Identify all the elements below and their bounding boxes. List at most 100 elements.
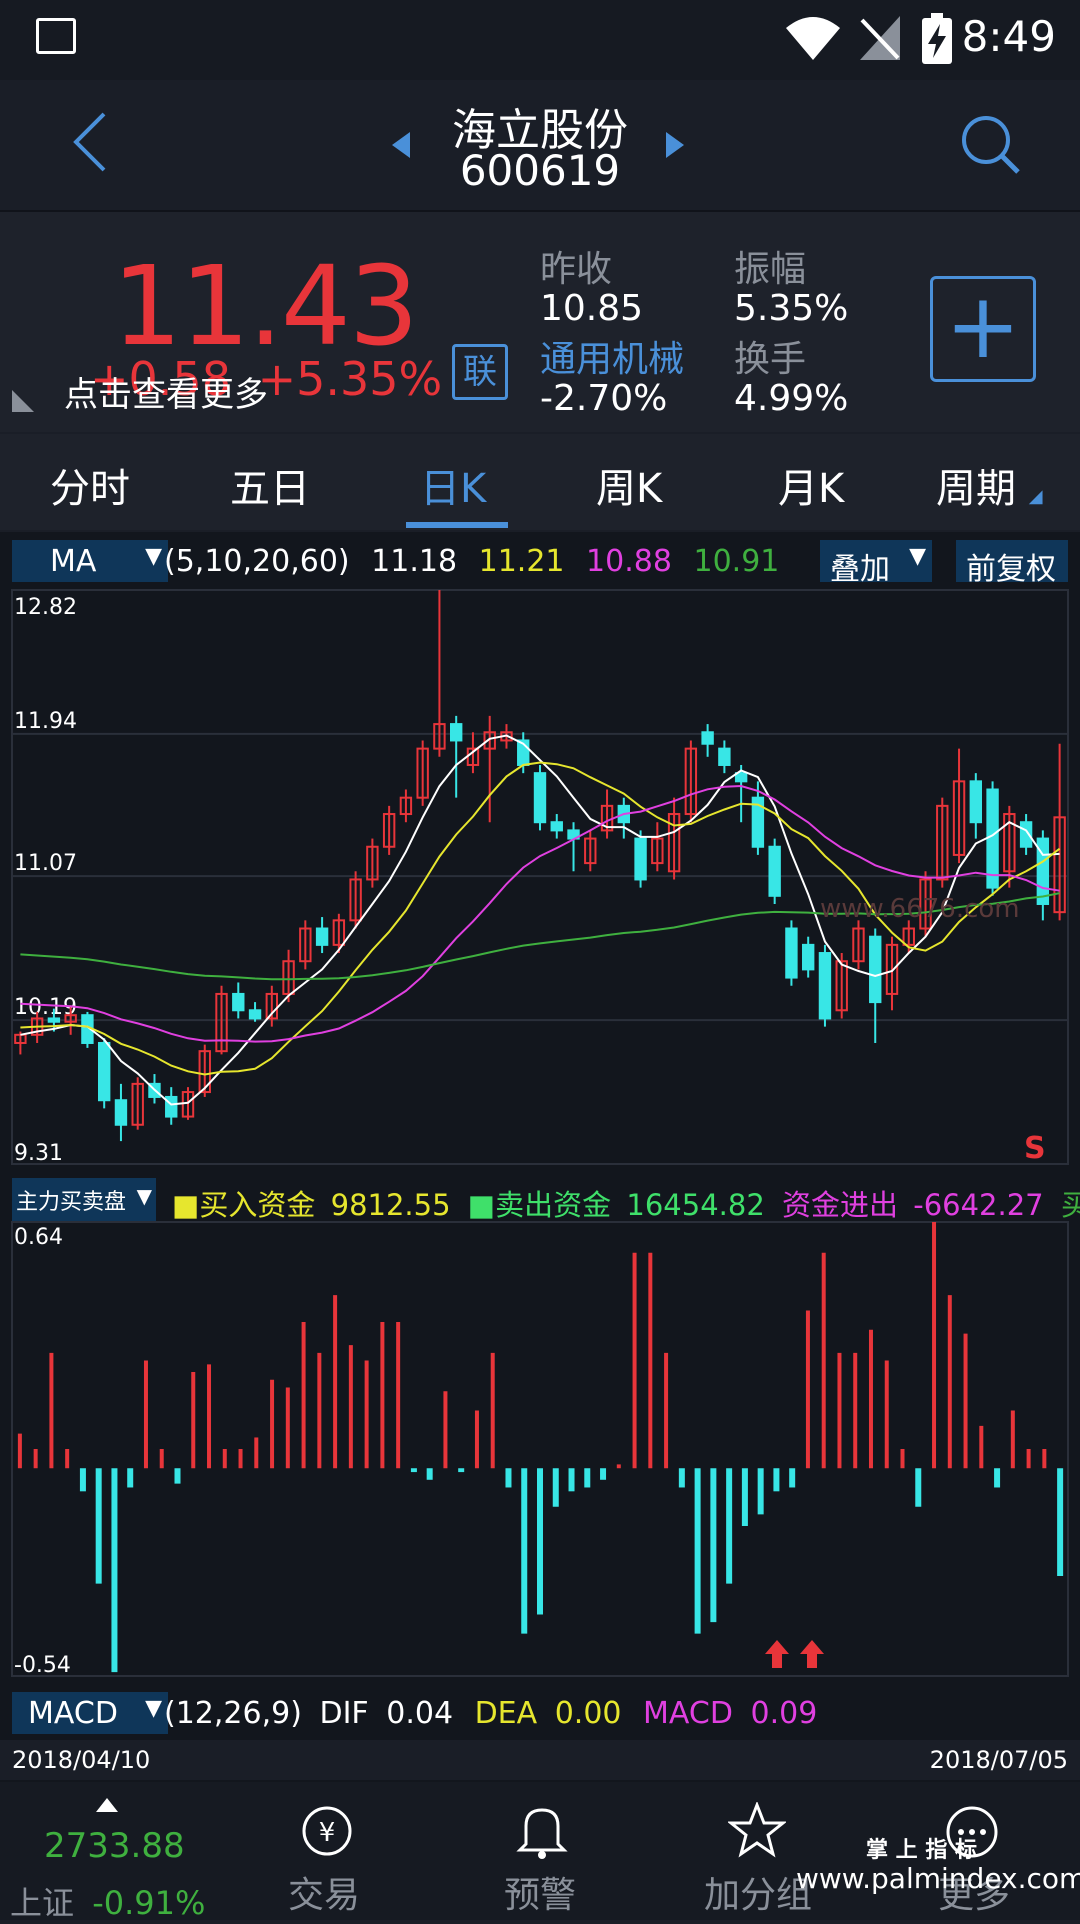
kline-chart[interactable]: 12.82 11.94 11.07 10.19 9.31 www.6676.com S — [0, 586, 1080, 1170]
candle-down — [734, 772, 748, 783]
search-icon[interactable] — [958, 112, 1022, 176]
candle-down — [768, 845, 781, 897]
link-badge[interactable]: 联 — [452, 344, 508, 400]
tab-daily-k[interactable]: 日K — [420, 456, 486, 514]
flow-bar: 主力买卖盘 ▼ ■买入资金 9812.55 ■卖出资金 16454.82 资金进… — [12, 1178, 1080, 1222]
tab-weekly-k[interactable]: 周K — [596, 456, 662, 514]
candle-down — [248, 1009, 262, 1020]
brand-watermark-url: www.palmindex.com — [796, 1862, 1080, 1895]
price-axis-label: 12.82 — [14, 595, 77, 620]
prev-close-label: 昨收 — [540, 249, 613, 290]
candle-down — [533, 772, 547, 824]
candle-down — [165, 1095, 178, 1118]
ma60-value: 10.91 — [693, 544, 780, 579]
buy-label: ■买入资金 — [172, 1188, 316, 1222]
ma20-value: 10.88 — [586, 544, 672, 579]
end-date: 2018/07/05 — [929, 1746, 1068, 1774]
nav-alert-label: 预警 — [504, 1875, 577, 1916]
candle-down — [785, 927, 798, 979]
index-line: 上证 -0.91% — [10, 1878, 205, 1924]
amplitude-value: 5.35% — [734, 288, 849, 329]
sell-value: 16454.82 — [626, 1188, 765, 1222]
net-label: 资金进出 — [782, 1188, 899, 1222]
date-axis: 2018/04/10 2018/07/05 — [0, 1740, 1080, 1780]
buy-value: 9812.55 — [330, 1188, 451, 1222]
site-watermark: www.6676.com — [820, 894, 1020, 924]
stock-header: 海立股份 600619 — [0, 80, 1080, 212]
candle-down — [449, 723, 463, 742]
index-value: 2733.88 — [44, 1826, 185, 1866]
candle-down — [114, 1099, 128, 1126]
tab-five-day[interactable]: 五日 — [230, 456, 310, 514]
ma-bar: MA ▼ (5,10,20,60) 11.18 11.21 10.88 10.9… — [12, 540, 1068, 587]
sell-label: ■卖出资金 — [467, 1188, 612, 1222]
price-axis-label: 10.19 — [14, 995, 77, 1020]
nav-trade[interactable]: ¥ 交易 — [270, 1782, 380, 1920]
candle-down — [315, 927, 329, 946]
macd-dropdown-label: MACD — [28, 1696, 118, 1731]
price-axis-label: 11.94 — [14, 709, 77, 734]
nav-alert[interactable]: 预警 — [486, 1782, 596, 1920]
nav-add-group[interactable]: 加分组 — [700, 1782, 820, 1920]
chevron-down-icon: ▼ — [909, 544, 926, 569]
status-bar: 8:49 — [0, 0, 1080, 80]
dea-value: 0.00 — [554, 1696, 622, 1731]
overlay-label: 叠加 — [830, 552, 890, 587]
tab-intraday[interactable]: 分时 — [50, 456, 130, 514]
more-hint[interactable]: 点击查看更多 — [64, 367, 268, 416]
start-date: 2018/04/10 — [12, 1746, 151, 1774]
stock-code: 600619 — [459, 146, 621, 195]
gallery-icon — [36, 18, 76, 54]
corner-triangle-icon — [12, 390, 34, 412]
adjust-button[interactable]: 前复权 — [956, 540, 1068, 587]
prev-close-value: 10.85 — [540, 288, 644, 329]
candle-down — [969, 780, 983, 824]
ma-params: (5,10,20,60) — [164, 544, 350, 579]
flow-dropdown[interactable]: 主力买卖盘 ▼ — [12, 1178, 156, 1222]
sector-name[interactable]: 通用机械 — [540, 330, 684, 382]
turnover-value: 4.99% — [734, 378, 849, 419]
index-name: 上证 — [10, 1884, 75, 1922]
ma-dropdown[interactable]: MA ▼ — [12, 540, 168, 582]
index-change: -0.91% — [92, 1884, 206, 1922]
corner-triangle-icon: ◢ — [1028, 486, 1043, 507]
index-widget[interactable]: 2733.88 上证 -0.91% — [0, 1782, 216, 1922]
macd-values: (12,26,9) DIF 0.04 DEA 0.00 MACD 0.09 — [164, 1696, 817, 1731]
brand-watermark-top: 掌 上 指 标 — [866, 1838, 977, 1863]
fund-flow-chart[interactable]: 0.64 -0.54 — [0, 1218, 1080, 1684]
turnover-label: 换手 — [734, 339, 807, 380]
current-price: 11.43 — [112, 242, 419, 370]
yuan-exchange-icon: ¥ — [302, 1806, 352, 1856]
macd-label: MACD — [643, 1696, 733, 1731]
bell-icon — [516, 1808, 568, 1859]
net-value: -6642.27 — [913, 1188, 1044, 1222]
macd-bar: MACD ▼ (12,26,9) DIF 0.04 DEA 0.00 MACD … — [12, 1692, 1068, 1734]
candle-down — [869, 935, 882, 1004]
overlay-dropdown[interactable]: 叠加 ▼ — [820, 540, 932, 587]
star-icon — [728, 1802, 786, 1858]
add-watchlist-button[interactable]: + — [930, 276, 1036, 382]
clock: 8:49 — [961, 12, 1056, 61]
tab-period[interactable]: 周期 ◢ — [936, 456, 1043, 514]
quote-panel[interactable]: 11.43 +0.58 +5.35% 点击查看更多 联 昨收 10.85 通用机… — [0, 212, 1080, 432]
candle-down — [701, 731, 714, 745]
ma10-value: 11.21 — [478, 544, 565, 579]
bottom-nav: 2733.88 上证 -0.91% ¥ 交易 预警 加分组 更多 掌 上 指 标… — [0, 1782, 1080, 1922]
buy-arrow-icon — [765, 1640, 789, 1668]
active-tab-indicator — [406, 522, 508, 528]
buy-arrow-icon — [800, 1640, 824, 1668]
chevron-down-icon: ▼ — [145, 1696, 162, 1721]
dif-value: 0.04 — [386, 1696, 454, 1731]
macd-value: 0.09 — [750, 1696, 818, 1731]
candle-down — [986, 788, 999, 889]
flow-axis-max: 0.64 — [14, 1225, 63, 1250]
next-stock-icon[interactable] — [664, 130, 686, 160]
candle-down — [47, 1017, 61, 1023]
price-axis-label: 9.31 — [14, 1141, 63, 1166]
svg-text:¥: ¥ — [319, 1818, 336, 1848]
tab-monthly-k[interactable]: 月K — [778, 456, 844, 514]
sector-change: -2.70% — [540, 378, 668, 419]
macd-params: (12,26,9) — [164, 1696, 302, 1731]
flow-axis-min: -0.54 — [14, 1653, 71, 1678]
macd-dropdown[interactable]: MACD ▼ — [12, 1692, 168, 1734]
